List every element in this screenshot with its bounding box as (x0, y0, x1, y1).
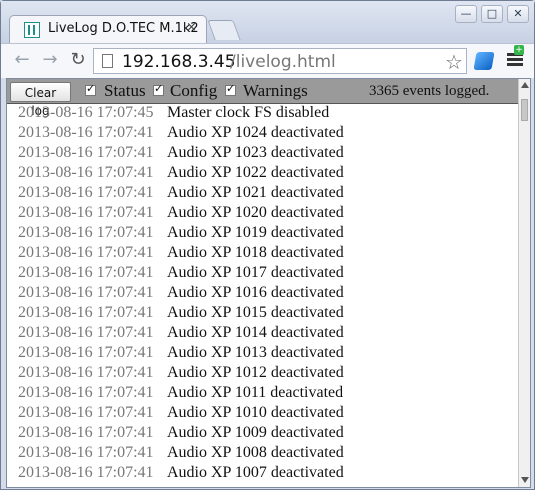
log-message: Audio XP 1022 deactivated (167, 164, 344, 181)
log-message: Audio XP 1018 deactivated (167, 244, 344, 261)
log-row: 2013-08-16 17:07:41 Audio XP 1022 deactiv… (7, 164, 520, 184)
log-time: 2013-08-16 17:07:41 (18, 364, 154, 381)
log-time: 2013-08-16 17:07:41 (18, 424, 154, 441)
log-row: 2013-08-16 17:07:41 Audio XP 1021 deactiv… (7, 184, 520, 204)
minimize-icon: — (460, 7, 472, 20)
browser-window: LiveLog D.O.TEC M.1k2 × — □ ✕ ← → ↻ 192.… (0, 0, 535, 490)
log-row: 2013-08-16 17:07:41 Audio XP 1015 deactiv… (7, 304, 520, 324)
log-row: 2013-08-16 17:07:41 Audio XP 1024 deactiv… (7, 124, 520, 144)
log-message: Audio XP 1020 deactivated (167, 204, 344, 221)
config-label: Config (170, 81, 218, 100)
tab-title: LiveLog D.O.TEC M.1k2 (48, 21, 199, 36)
log-time: 2013-08-16 17:07:41 (18, 204, 154, 221)
vertical-scrollbar[interactable] (518, 79, 530, 487)
log-message: Audio XP 1012 deactivated (167, 364, 344, 381)
menu-icon[interactable] (507, 53, 523, 67)
page-icon (102, 54, 113, 68)
log-time: 2013-08-16 17:07:45 (18, 104, 154, 121)
log-time: 2013-08-16 17:07:41 (18, 124, 154, 141)
config-checkbox[interactable] (153, 82, 164, 96)
events-count: 3365 events logged. (369, 83, 490, 99)
log-message: Audio XP 1023 deactivated (167, 144, 344, 161)
log-time: 2013-08-16 17:07:41 (18, 344, 154, 361)
log-message: Audio XP 1017 deactivated (167, 264, 344, 281)
favicon-icon (24, 22, 40, 38)
log-row: 2013-08-16 17:07:41 Audio XP 1011 deactiv… (7, 384, 520, 404)
log-message: Audio XP 1024 deactivated (167, 124, 344, 141)
forward-arrow-icon[interactable]: → (41, 51, 59, 69)
maximize-icon: □ (486, 7, 498, 20)
log-time: 2013-08-16 17:07:41 (18, 144, 154, 161)
scroll-up-icon[interactable] (521, 82, 529, 88)
log-time: 2013-08-16 17:07:41 (18, 264, 154, 281)
close-icon: ✕ (513, 7, 523, 20)
log-list: 2013-08-16 17:07:45 Master clock FS disab… (7, 104, 520, 487)
log-time: 2013-08-16 17:07:41 (18, 444, 154, 461)
log-message: Audio XP 1010 deactivated (167, 404, 344, 421)
extension-icon[interactable] (473, 52, 495, 70)
back-arrow-icon[interactable]: ← (13, 51, 31, 69)
log-row: 2013-08-16 17:07:41 Audio XP 1009 deactiv… (7, 424, 520, 444)
log-time: 2013-08-16 17:07:41 (18, 244, 154, 261)
log-row: 2013-08-16 17:07:41 Audio XP 1019 deactiv… (7, 224, 520, 244)
menu-update-badge: + (514, 45, 524, 55)
log-row: 2013-08-16 17:07:41 Audio XP 1018 deactiv… (7, 244, 520, 264)
log-message: Audio XP 1015 deactivated (167, 304, 344, 321)
address-bar[interactable]: 192.168.3.45 /livelog.html ☆ (93, 48, 467, 74)
log-row: 2013-08-16 17:07:41 Audio XP 1016 deactiv… (7, 284, 520, 304)
maximize-button[interactable]: □ (481, 5, 503, 23)
title-bar: LiveLog D.O.TEC M.1k2 × — □ ✕ (1, 1, 534, 43)
clear-log-button[interactable]: Clear log (10, 82, 71, 118)
minimize-button[interactable]: — (455, 5, 477, 23)
log-time: 2013-08-16 17:07:41 (18, 224, 154, 241)
log-row: 2013-08-16 17:07:45 Master clock FS disab… (7, 104, 520, 124)
status-checkbox[interactable] (85, 82, 96, 96)
browser-toolbar: ← → ↻ 192.168.3.45 /livelog.html ☆ + (1, 43, 534, 78)
log-time: 2013-08-16 17:07:41 (18, 184, 154, 201)
star-icon[interactable]: ☆ (445, 50, 463, 74)
log-message: Audio XP 1021 deactivated (167, 184, 344, 201)
log-message: Audio XP 1013 deactivated (167, 344, 344, 361)
log-row: 2013-08-16 17:07:41 Audio XP 1008 deactiv… (7, 444, 520, 464)
close-button[interactable]: ✕ (507, 5, 529, 23)
log-time: 2013-08-16 17:07:41 (18, 284, 154, 301)
log-row: 2013-08-16 17:07:41 Audio XP 1012 deactiv… (7, 364, 520, 384)
log-time: 2013-08-16 17:07:41 (18, 324, 154, 341)
url-path: /livelog.html (230, 52, 336, 72)
log-message: Audio XP 1011 deactivated (167, 384, 344, 401)
warnings-checkbox[interactable] (225, 82, 236, 96)
page-content: Clear log Status Config Warnings 3365 ev… (6, 78, 531, 488)
log-row: 2013-08-16 17:07:41 Audio XP 1013 deactiv… (7, 344, 520, 364)
log-row: 2013-08-16 17:07:41 Audio XP 1007 deactiv… (7, 464, 520, 484)
reload-icon[interactable]: ↻ (69, 51, 87, 69)
log-time: 2013-08-16 17:07:41 (18, 404, 154, 421)
scroll-down-icon[interactable] (521, 477, 529, 483)
log-controls: Clear log Status Config Warnings 3365 ev… (7, 79, 520, 118)
log-message: Audio XP 1016 deactivated (167, 284, 344, 301)
warnings-label: Warnings (243, 81, 308, 100)
log-time: 2013-08-16 17:07:41 (18, 304, 154, 321)
status-label: Status (104, 81, 146, 100)
log-time: 2013-08-16 17:07:41 (18, 164, 154, 181)
log-message: Audio XP 1009 deactivated (167, 424, 344, 441)
scroll-thumb[interactable] (521, 99, 528, 121)
log-message: Audio XP 1008 deactivated (167, 444, 344, 461)
log-row: 2013-08-16 17:07:41 Audio XP 1017 deactiv… (7, 264, 520, 284)
log-message: Master clock FS disabled (167, 104, 330, 121)
browser-tab[interactable]: LiveLog D.O.TEC M.1k2 × (9, 15, 207, 43)
log-row: 2013-08-16 17:07:41 Audio XP 1010 deactiv… (7, 404, 520, 424)
log-row: 2013-08-16 17:07:41 Audio XP 1014 deactiv… (7, 324, 520, 344)
log-message: Audio XP 1007 deactivated (167, 464, 344, 481)
log-time: 2013-08-16 17:07:41 (18, 464, 154, 481)
log-row: 2013-08-16 17:07:41 Audio XP 1020 deactiv… (7, 204, 520, 224)
log-message: Audio XP 1019 deactivated (167, 224, 344, 241)
tab-close-icon[interactable]: × (186, 20, 197, 35)
log-row: 2013-08-16 17:07:41 Audio XP 1023 deactiv… (7, 144, 520, 164)
log-message: Audio XP 1014 deactivated (167, 324, 344, 341)
new-tab-button[interactable] (207, 20, 241, 40)
url-host: 192.168.3.45 (122, 52, 236, 72)
log-time: 2013-08-16 17:07:41 (18, 384, 154, 401)
